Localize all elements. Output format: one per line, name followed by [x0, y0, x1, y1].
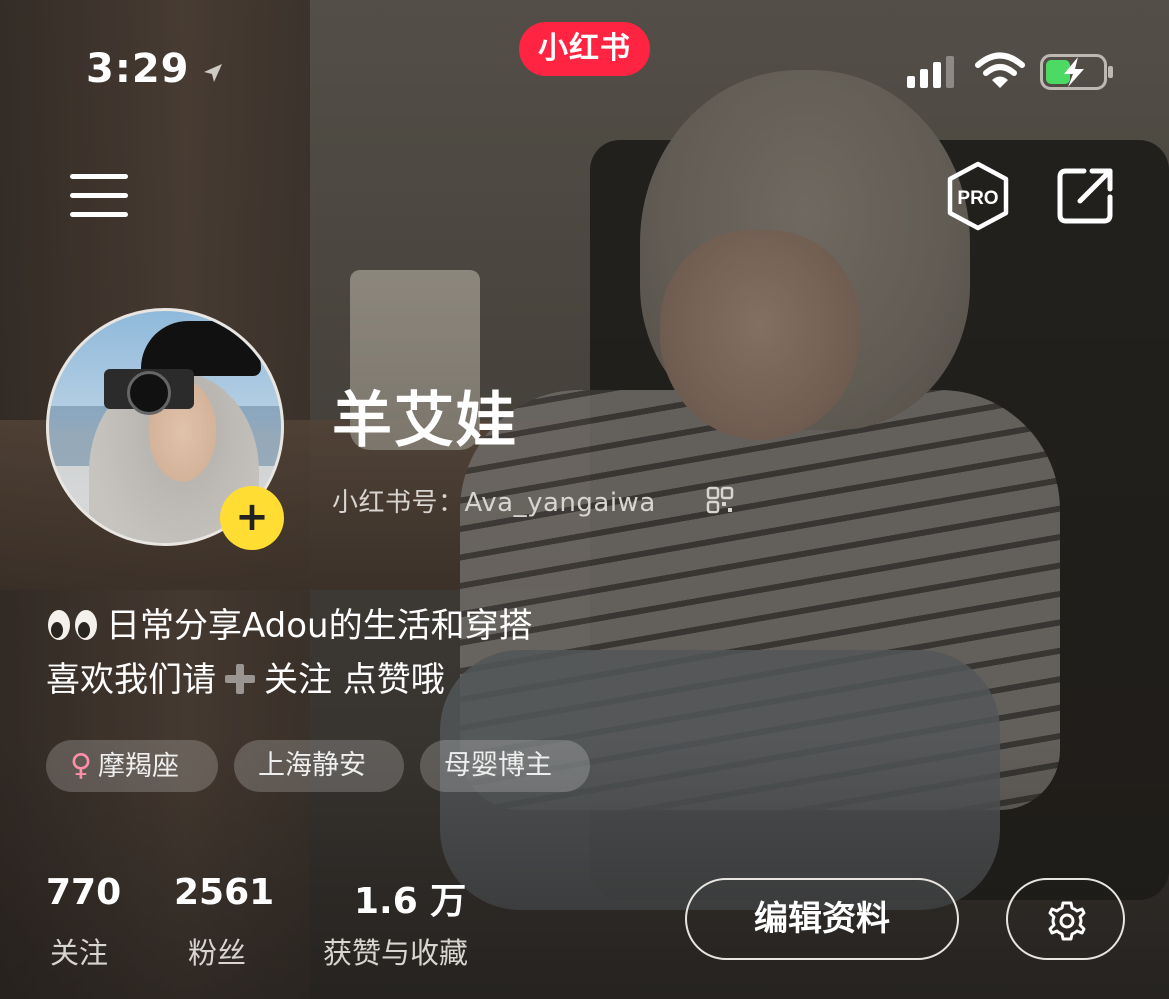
bio-text-1: 日常分享Adou的生活和穿搭 — [106, 606, 533, 646]
pro-button[interactable]: PRO — [945, 160, 1011, 232]
tag-category[interactable]: 母婴博主 — [420, 740, 590, 792]
following-label[interactable]: 关注 — [50, 930, 108, 972]
female-icon: ♀ — [70, 748, 92, 783]
bio-text-2a: 喜欢我们请 — [46, 660, 216, 700]
tag-zodiac[interactable]: ♀ 摩羯座 — [46, 740, 218, 792]
cellular-signal-icon — [907, 56, 954, 88]
user-id-value: Ava_yangaiwa — [464, 488, 656, 518]
brand-logo: 小红书 — [519, 22, 650, 76]
tag-location[interactable]: 上海静安 — [234, 740, 404, 792]
tag-label: 上海静安 — [258, 750, 366, 781]
user-id: 小红书号：Ava_yangaiwa — [332, 482, 656, 519]
qr-code-icon[interactable] — [706, 486, 734, 514]
pro-hexagon-icon: PRO — [947, 161, 1009, 231]
settings-button[interactable] — [1006, 878, 1125, 960]
bio-line-2: 喜欢我们请 关注 点赞哦 — [46, 652, 445, 701]
share-icon[interactable] — [1056, 165, 1116, 225]
followers-count[interactable]: 2561 — [174, 872, 274, 913]
edit-profile-button[interactable]: 编辑资料 — [685, 878, 959, 960]
likes-label[interactable]: 获赞与收藏 — [323, 930, 468, 972]
location-arrow-icon — [204, 64, 222, 82]
tag-label: 母婴博主 — [444, 750, 552, 781]
likes-count[interactable]: 1.6 万 — [354, 872, 466, 924]
user-id-label: 小红书号： — [332, 488, 465, 518]
bio-line-1: 日常分享Adou的生活和穿搭 — [46, 598, 533, 647]
following-count[interactable]: 770 — [46, 872, 121, 913]
wifi-icon — [975, 52, 1025, 88]
tag-label: 摩羯座 — [97, 751, 179, 782]
menu-icon[interactable] — [68, 170, 130, 222]
eyes-emoji-icon — [48, 610, 97, 640]
battery-charging-icon — [1040, 54, 1113, 90]
gear-icon — [1048, 901, 1086, 941]
profile-name: 羊艾娃 — [332, 386, 518, 456]
bio-text-2b: 关注 点赞哦 — [264, 660, 445, 700]
add-avatar-button[interactable]: + — [220, 486, 284, 550]
status-time: 3:29 — [86, 46, 190, 92]
svg-text:PRO: PRO — [957, 188, 998, 209]
plus-emoji-icon — [225, 664, 255, 694]
followers-label[interactable]: 粉丝 — [188, 930, 246, 972]
